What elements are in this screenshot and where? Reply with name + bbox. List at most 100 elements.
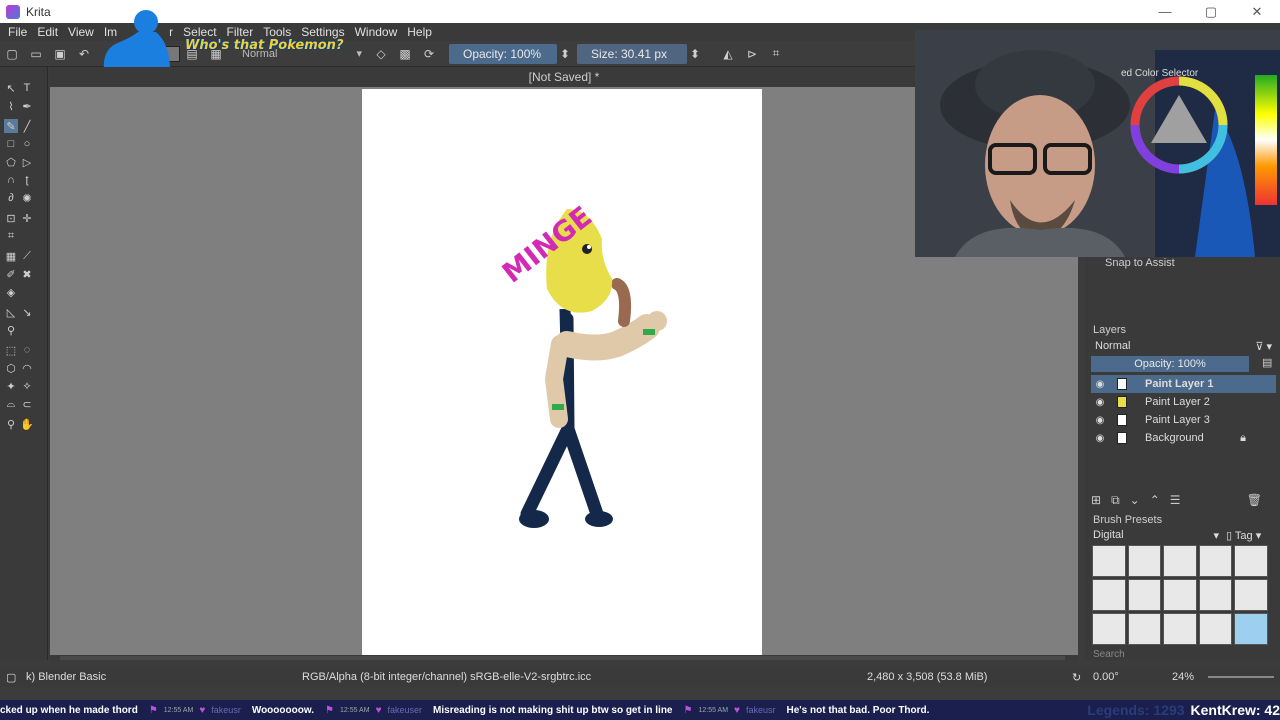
multibrush-icon[interactable]: ✺ (20, 191, 34, 205)
smart-patch-icon[interactable]: ✖ (20, 267, 34, 281)
gradient-tool-icon[interactable]: ▦ (4, 249, 18, 263)
menu-view[interactable]: View (64, 25, 98, 39)
brush-preset[interactable] (1092, 545, 1126, 577)
tag-button[interactable]: ▯ Tag ▾ (1226, 529, 1261, 542)
eraser-icon[interactable]: ◇ (372, 45, 390, 63)
menu-window[interactable]: Window (351, 25, 402, 39)
layer-row-paint-layer-2[interactable]: ◉ Paint Layer 2 (1091, 393, 1276, 411)
line-tool-icon[interactable]: ╱ (20, 119, 34, 133)
bezier-tool-icon[interactable]: ∩ (4, 173, 18, 187)
opacity-slider[interactable]: Opacity: 100% (449, 43, 557, 64)
color-history-strip[interactable] (1255, 75, 1277, 205)
move-layer-up-icon[interactable]: ⌃ (1150, 493, 1160, 507)
polygon-tool-icon[interactable]: ⬠ (4, 155, 18, 169)
calligraphy-icon[interactable]: ✒ (20, 99, 34, 113)
text-tool-icon[interactable]: T (20, 81, 34, 95)
transform-tool-icon[interactable]: ⊡ (4, 211, 18, 225)
layer-row-paint-layer-1[interactable]: ◉ Paint Layer 1 (1091, 375, 1276, 393)
mirror-horizontal-icon[interactable]: ◭ (719, 45, 737, 63)
crop-tool-icon[interactable]: ⌗ (4, 229, 18, 243)
brush-preset[interactable] (1092, 579, 1126, 611)
color-picker-icon[interactable]: ⟋ (20, 249, 34, 263)
lock-icon[interactable]: 🔒︎ (1240, 432, 1246, 445)
layer-thumbnail-toggle-icon[interactable]: ▤ (1262, 356, 1272, 369)
eye-icon[interactable]: ◉ (1093, 433, 1107, 444)
brush-icon[interactable]: ▢ (6, 671, 16, 684)
menu-select[interactable]: Select (179, 25, 220, 39)
ellipse-select-icon[interactable]: ◌ (20, 343, 34, 357)
rectangle-tool-icon[interactable]: □ (4, 137, 18, 151)
menu-filter[interactable]: Filter (223, 25, 258, 39)
brush-size-slider[interactable]: Size: 30.41 px (577, 43, 687, 64)
menu-file[interactable]: File (4, 25, 31, 39)
fill-tool-icon[interactable]: ◈ (4, 285, 18, 299)
dynamic-brush-icon[interactable]: ∂ (4, 191, 18, 205)
opacity-spin-icon[interactable]: ⬍ (560, 45, 570, 63)
eye-icon[interactable]: ◉ (1093, 397, 1107, 408)
pan-tool-icon[interactable]: ✋ (20, 417, 34, 431)
zoom-slider[interactable] (1208, 676, 1274, 678)
new-document-icon[interactable]: ▢ (3, 45, 21, 63)
save-icon[interactable]: ▣ (51, 45, 69, 63)
rotation-value[interactable]: 0.00° (1093, 671, 1119, 683)
zoom-tool-icon[interactable]: ⚲ (4, 417, 18, 431)
move-layer-down-icon[interactable]: ⌄ (1130, 493, 1140, 507)
open-folder-icon[interactable]: ▭ (27, 45, 45, 63)
layer-blend-mode-select[interactable]: Normal ⊽ ▾ (1091, 338, 1276, 354)
menu-edit[interactable]: Edit (33, 25, 62, 39)
brush-preset[interactable] (1163, 579, 1197, 611)
rect-select-icon[interactable]: ⬚ (4, 343, 18, 357)
layer-properties-icon[interactable]: ☰ (1170, 493, 1181, 507)
preset-search-input[interactable]: Search (1093, 649, 1125, 660)
assistant-tool-icon[interactable]: ◺ (4, 305, 18, 319)
brush-preset-selected[interactable] (1234, 613, 1268, 645)
layer-row-background[interactable]: ◉ Background 🔒︎ (1091, 429, 1276, 447)
ellipse-tool-icon[interactable]: ○ (20, 137, 34, 151)
brush-preset[interactable] (1163, 613, 1197, 645)
brush-preset[interactable] (1234, 545, 1268, 577)
bezier-select-icon[interactable]: ⌓ (4, 397, 18, 411)
brush-preset[interactable] (1127, 613, 1162, 645)
drawing-canvas[interactable]: MINGE (362, 89, 762, 655)
horizontal-scrollbar[interactable] (50, 655, 1078, 661)
minimize-button[interactable]: — (1142, 0, 1188, 23)
polygon-select-icon[interactable]: ⬡ (4, 361, 18, 375)
rotate-icon[interactable]: ↻ (1072, 671, 1081, 684)
snap-assist-label[interactable]: Snap to Assist (1105, 257, 1175, 269)
brush-preset[interactable] (1198, 545, 1233, 577)
measure-tool-icon[interactable]: ↘ (20, 305, 34, 319)
menu-help[interactable]: Help (403, 25, 436, 39)
brush-preset[interactable] (1198, 579, 1233, 611)
move-tool-icon[interactable]: ✛ (20, 211, 34, 225)
freehand-select-icon[interactable]: ◠ (20, 361, 34, 375)
brush-preset[interactable] (1127, 545, 1162, 577)
zoom-value[interactable]: 24% (1172, 671, 1194, 683)
brush-preset[interactable] (1092, 613, 1126, 645)
add-layer-icon[interactable]: ⊞ (1091, 493, 1101, 507)
maximize-button[interactable]: ▢ (1188, 0, 1234, 23)
undo-icon[interactable]: ↶ (75, 45, 93, 63)
freehand-path-icon[interactable]: ʈ (20, 173, 34, 187)
freehand-brush-icon[interactable]: ✎ (4, 119, 18, 133)
contiguous-select-icon[interactable]: ✦ (4, 379, 18, 393)
brush-preset[interactable] (1163, 545, 1197, 577)
layer-opacity-slider[interactable]: Opacity: 100% (1091, 356, 1249, 372)
menu-settings[interactable]: Settings (297, 25, 348, 39)
mirror-vertical-icon[interactable]: ⊳ (743, 45, 761, 63)
preset-group-select[interactable]: Digital ▾ (1091, 529, 1221, 543)
alpha-lock-icon[interactable]: ▩ (396, 45, 414, 63)
select-shapes-icon[interactable]: ↖ (4, 81, 18, 95)
reference-tool-icon[interactable]: ⚲ (4, 323, 18, 337)
duplicate-layer-icon[interactable]: ⧉ (1111, 493, 1120, 508)
eye-icon[interactable]: ◉ (1093, 379, 1107, 390)
color-wheel-icon[interactable] (1129, 75, 1229, 175)
eye-icon[interactable]: ◉ (1093, 415, 1107, 426)
colorize-mask-icon[interactable]: ✐ (4, 267, 18, 281)
filter-icon[interactable]: ⊽ ▾ (1255, 340, 1272, 353)
brush-preset[interactable] (1234, 579, 1268, 611)
polyline-tool-icon[interactable]: ▷ (20, 155, 34, 169)
reload-icon[interactable]: ⟳ (420, 45, 438, 63)
delete-layer-icon[interactable]: 🗑︎ (1247, 493, 1262, 507)
menu-tools[interactable]: Tools (259, 25, 295, 39)
edit-shapes-icon[interactable]: ⌇ (4, 99, 18, 113)
